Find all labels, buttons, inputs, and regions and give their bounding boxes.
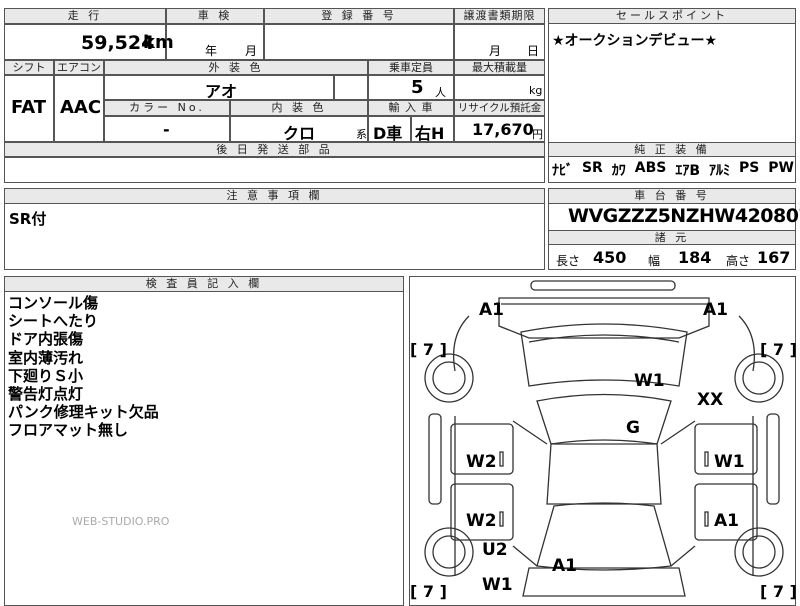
import-handle-value: 右H [415, 124, 445, 143]
shift-header: シフト [4, 60, 54, 75]
max-load-unit: kg [529, 84, 543, 97]
recycle-cell: 17,670 円 [454, 116, 545, 142]
max-load-header: 最大積載量 [454, 60, 545, 75]
sales-point-text: ★オークションデビュー★ [552, 33, 718, 49]
exterior-color-cell: アオ [104, 75, 334, 101]
damage-w1-left-rear: W1 [482, 575, 513, 595]
damage-a1-right-rear-door: A1 [714, 511, 739, 531]
inspector-line: 警告灯点灯 [8, 385, 84, 404]
inspector-header: 検 査 員 記 入 欄 [4, 276, 404, 292]
bracket-front-left: [ 7 ] [410, 340, 447, 359]
mileage-header: 走 行 [4, 8, 166, 24]
registration-header: 登 録 番 号 [264, 8, 454, 24]
equipment-item: ｶﾜ [611, 163, 626, 179]
registration-cell [264, 24, 454, 60]
length-value: 450 [593, 248, 627, 267]
shift-cell: FAT [4, 75, 54, 142]
import-header: 輸 入 車 [368, 100, 454, 116]
damage-w1-roof: W1 [634, 371, 665, 391]
inspection-cell: 年 月 [166, 24, 264, 60]
chassis-number-header: 車 台 番 号 [548, 188, 796, 204]
damage-w2-left-front-door: W2 [466, 452, 497, 472]
mileage-cell: 59,524 km [4, 24, 174, 60]
height-value: 167 [757, 248, 791, 267]
inspector-line: コンソール傷 [8, 294, 99, 312]
exterior-color-sub-cell [334, 75, 368, 100]
equipment-item: PW [768, 160, 794, 176]
damage-xx: XX [697, 390, 724, 410]
width-value: 184 [678, 248, 712, 267]
watermark-text: WEB-STUDIO.PRO [72, 515, 170, 528]
equipment-item: ｴｱB [675, 163, 701, 179]
transfer-month-label: 月 [489, 44, 502, 58]
height-label: 高さ [726, 254, 751, 268]
ac-value: AAC [60, 97, 102, 118]
inspection-header: 車 検 [166, 8, 264, 24]
inspector-line: パンク修理キット欠品 [8, 403, 159, 422]
equipment-item: PS [738, 160, 760, 176]
equipment-list: ﾅﾋﾞ SR ｶﾜ ABS ｴｱB ｱﾙﾐ PS PW [552, 160, 794, 180]
damage-g: G [626, 418, 640, 438]
damage-w1-right-front-door: W1 [714, 452, 745, 472]
import-cell-handle: 右H [411, 116, 454, 143]
recycle-value: 17,670 [472, 120, 534, 139]
color-no-value: - [163, 120, 170, 139]
inspection-month-label: 月 [245, 44, 258, 58]
color-no-cell: - [104, 116, 230, 142]
damage-a1-front-right: A1 [703, 300, 728, 320]
interior-color-cell: クロ 系 [230, 116, 368, 143]
equipment-item: ｱﾙﾐ [708, 163, 730, 179]
ac-cell: AAC [54, 75, 104, 142]
equipment-item: ﾅﾋﾞ [552, 163, 573, 179]
bracket-rear-right: [ 7 ] [760, 582, 797, 601]
interior-color-header: 内 装 色 [230, 100, 368, 116]
color-no-header: カラー No. [104, 100, 230, 116]
width-label: 幅 [648, 254, 661, 268]
inspector-line: 下廻りＳ小 [8, 366, 84, 385]
inspection-year-label: 年 [205, 44, 218, 58]
delivery-parts-header: 後 日 発 送 部 品 [4, 142, 545, 157]
equipment-header: 純 正 装 備 [548, 142, 796, 157]
transfer-deadline-header: 譲渡書類期限 [454, 8, 545, 24]
transfer-day-label: 日 [527, 44, 540, 58]
equipment-item: SR [581, 160, 603, 176]
import-cell-drive: D車 [368, 116, 411, 143]
transfer-cell: 月 日 [454, 24, 545, 60]
bracket-front-right: [ 7 ] [760, 340, 797, 359]
shift-value: FAT [11, 97, 47, 118]
recycle-unit: 円 [532, 128, 543, 141]
notes-text: SR付 [9, 210, 47, 228]
exterior-color-value: アオ [205, 82, 238, 101]
chassis-number-value: WVGZZZ5NZHW420807 [568, 205, 800, 227]
capacity-value: 5 [411, 77, 424, 98]
inspector-line: シートへたり [8, 312, 99, 331]
recycle-header: リサイクル預託金 [454, 100, 545, 116]
damage-u2: U2 [482, 540, 508, 560]
delivery-parts-cell [4, 157, 545, 183]
damage-a1-rear: A1 [552, 556, 577, 576]
ac-header: エアコン [54, 60, 104, 75]
inspector-lines: コンソール傷 シートへたり ドア内張傷 室内薄汚れ 下廻りＳ小 警告灯点灯 パン… [8, 294, 159, 440]
notes-header: 注 意 事 項 欄 [4, 188, 545, 204]
damage-a1-front-left: A1 [479, 300, 504, 320]
capacity-header: 乗車定員 [368, 60, 454, 75]
equipment-item: ABS [634, 160, 667, 176]
capacity-unit: 人 [435, 86, 446, 99]
car-diagram [424, 280, 784, 597]
dimensions-header: 諸 元 [548, 230, 796, 245]
capacity-cell: 5 人 [368, 75, 454, 100]
damage-w2-left-rear-door: W2 [466, 511, 497, 531]
interior-color-unit: 系 [356, 128, 367, 141]
exterior-color-header: 外 装 色 [104, 60, 368, 75]
max-load-cell: kg [454, 75, 545, 100]
inspector-line: フロアマット無し [8, 421, 129, 440]
interior-color-value: クロ [283, 124, 316, 143]
inspector-line: 室内薄汚れ [8, 348, 84, 367]
bracket-rear-left: [ 7 ] [410, 582, 447, 601]
import-drive-value: D車 [373, 124, 403, 143]
inspector-line: ドア内張傷 [8, 330, 84, 349]
length-label: 長さ [556, 254, 581, 268]
sales-point-header: セールスポイント [548, 8, 796, 24]
